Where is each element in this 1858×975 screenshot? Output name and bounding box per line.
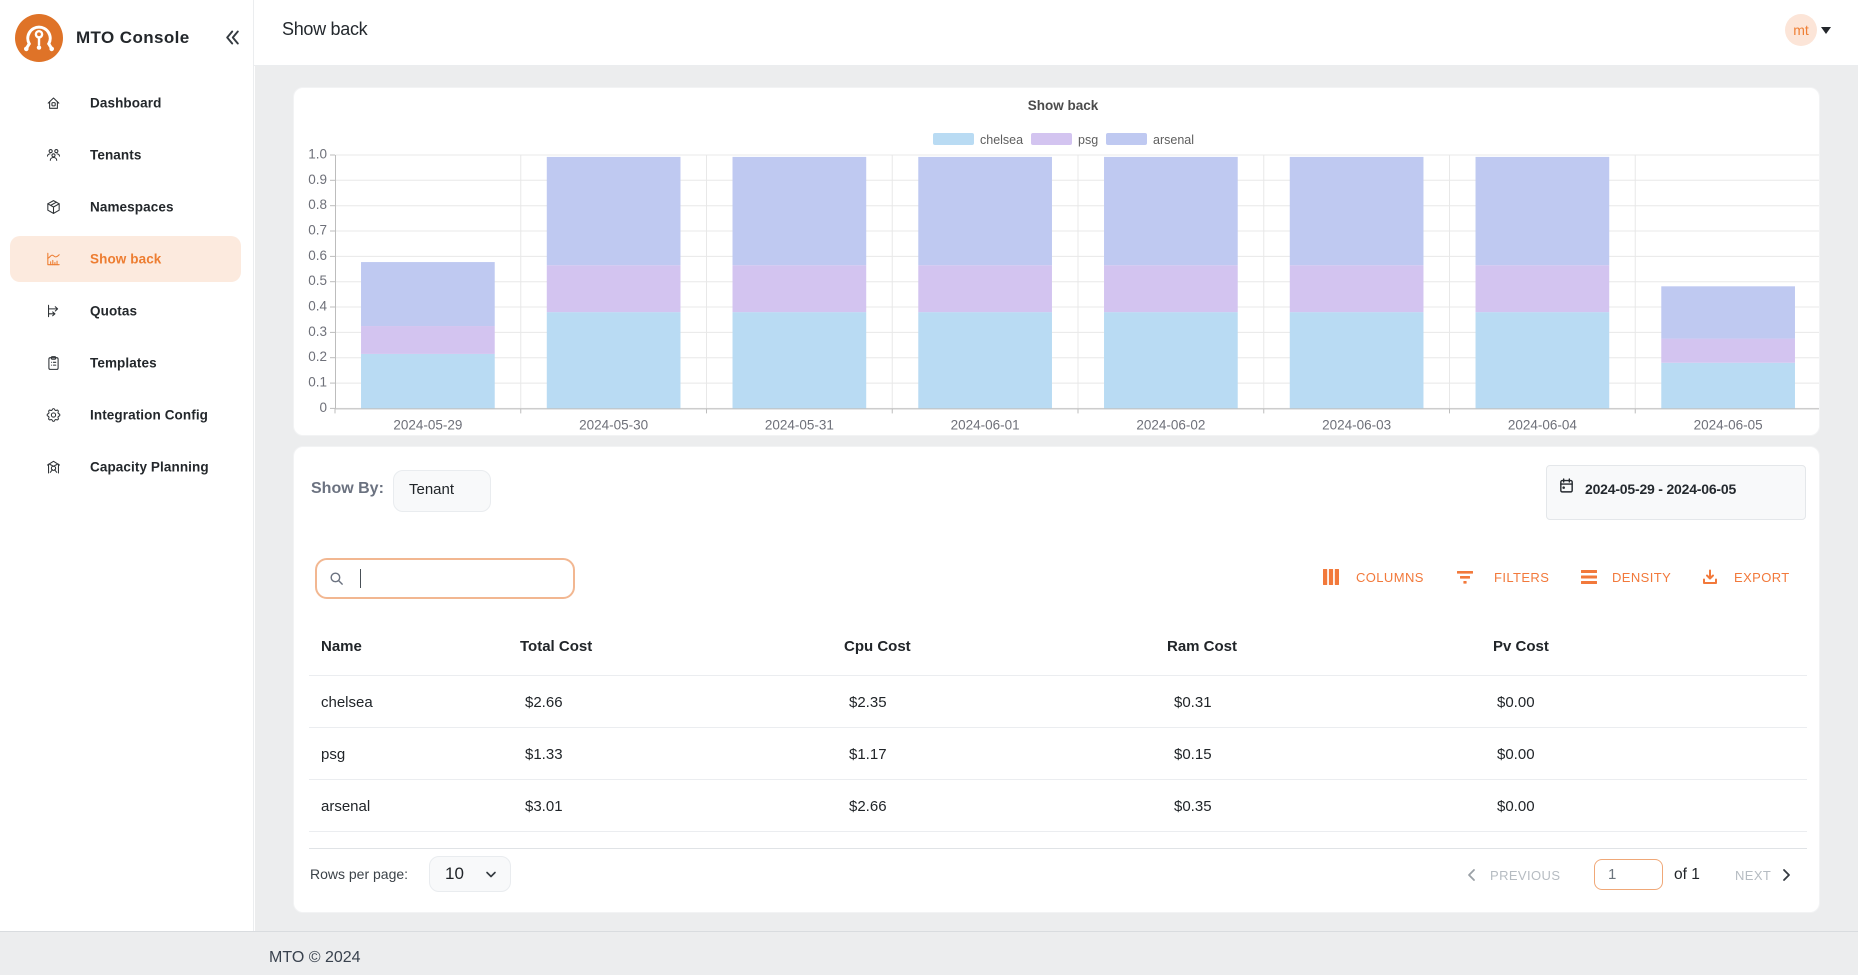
svg-text:2024-06-02: 2024-06-02 (1136, 417, 1205, 432)
svg-text:2024-06-01: 2024-06-01 (951, 417, 1020, 432)
svg-text:0.1: 0.1 (308, 375, 327, 390)
svg-text:arsenal: arsenal (1153, 133, 1194, 147)
svg-text:0.8: 0.8 (308, 197, 327, 212)
svg-text:2024-05-29: 2024-05-29 (393, 417, 462, 432)
svg-text:chelsea: chelsea (980, 133, 1023, 147)
svg-text:2024-05-30: 2024-05-30 (579, 417, 648, 432)
svg-text:Show back: Show back (1028, 98, 1099, 113)
svg-text:0: 0 (319, 400, 327, 415)
svg-text:2024-06-04: 2024-06-04 (1508, 417, 1578, 432)
svg-text:1.0: 1.0 (308, 147, 327, 162)
svg-text:0.2: 0.2 (308, 349, 327, 364)
svg-text:0.9: 0.9 (308, 172, 327, 187)
svg-text:psg: psg (1078, 133, 1098, 147)
svg-text:2024-06-03: 2024-06-03 (1322, 417, 1391, 432)
svg-text:0.5: 0.5 (308, 273, 327, 288)
svg-text:0.4: 0.4 (308, 299, 327, 314)
svg-text:2024-05-31: 2024-05-31 (765, 417, 834, 432)
svg-text:0.6: 0.6 (308, 248, 327, 263)
svg-text:0.3: 0.3 (308, 324, 327, 339)
svg-text:0.7: 0.7 (308, 223, 327, 238)
svg-text:2024-06-05: 2024-06-05 (1694, 417, 1763, 432)
